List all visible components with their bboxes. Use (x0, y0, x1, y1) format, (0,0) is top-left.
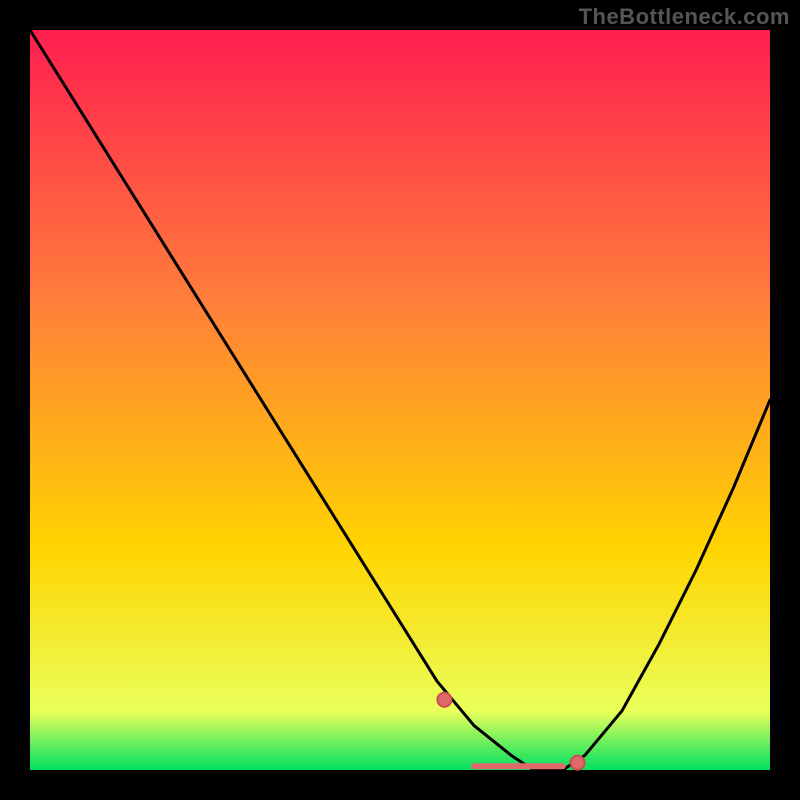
bottleneck-chart (0, 0, 800, 800)
marker-left (437, 693, 451, 707)
plot-background (30, 30, 770, 770)
marker-right (571, 756, 585, 770)
chart-container: TheBottleneck.com (0, 0, 800, 800)
watermark-text: TheBottleneck.com (579, 4, 790, 30)
